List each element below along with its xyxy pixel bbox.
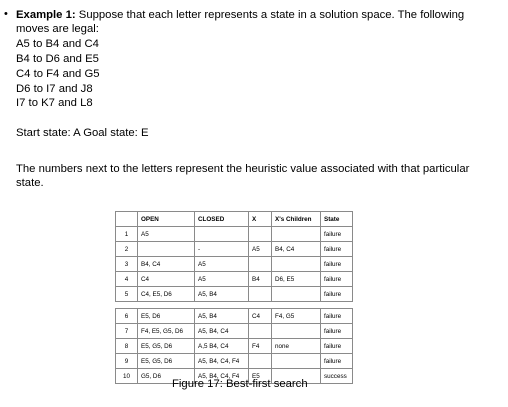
bullet-marker: • [4, 8, 8, 20]
move-2: B4 to D6 and E5 [16, 53, 99, 65]
cell-closed: - [194, 241, 249, 257]
cell-children [271, 286, 321, 302]
cell-children: D6, E5 [271, 271, 321, 287]
cell-open [137, 241, 195, 257]
header-closed: CLOSED [194, 211, 249, 227]
cell-children: F4, G5 [271, 308, 321, 324]
cell-state: failure [320, 226, 353, 242]
cell-closed: A5, B4 [194, 308, 249, 324]
table-row: 8 E5, G5, D6 A,5 B4, C4 F4 none failure [115, 338, 353, 354]
cell-closed: A5 [194, 271, 249, 287]
start-goal-text: Start state: A Goal state: E [16, 127, 149, 139]
intro-line-1: Example 1: Suppose that each letter repr… [16, 8, 464, 22]
cell-open: B4, C4 [137, 256, 195, 272]
spacer-cell [115, 301, 138, 309]
cell-state: failure [320, 338, 353, 354]
table-row: 1 A5 failure [115, 226, 353, 242]
table-row: 3 B4, C4 A5 failure [115, 256, 353, 272]
cell-x [248, 256, 272, 272]
cell-x [248, 353, 272, 369]
cell-open: C4 [137, 271, 195, 287]
cell-x: B4 [248, 271, 272, 287]
cell-x [248, 286, 272, 302]
table-row: 9 E5, G5, D6 A5, B4, C4, F4 failure [115, 353, 353, 369]
spacer-cell [271, 301, 321, 309]
cell-children [271, 226, 321, 242]
cell-children [271, 256, 321, 272]
cell-closed: A5, B4, C4, F4 [194, 353, 249, 369]
table-row: 4 C4 A5 B4 D6, E5 failure [115, 271, 353, 287]
cell-step: 2 [115, 241, 138, 257]
header-state: State [320, 211, 353, 227]
cell-open: E5, G5, D6 [137, 353, 195, 369]
table-row: 2 - A5 B4, C4 failure [115, 241, 353, 257]
cell-open: A5 [137, 226, 195, 242]
cell-state: failure [320, 286, 353, 302]
cell-children [271, 323, 321, 339]
spacer-cell [320, 301, 353, 309]
cell-children [271, 353, 321, 369]
cell-closed: A,5 B4, C4 [194, 338, 249, 354]
cell-x: C4 [248, 308, 272, 324]
table-row: 5 C4, E5, D6 A5, B4 failure [115, 286, 353, 302]
cell-closed: A5, B4, C4 [194, 323, 249, 339]
spacer-cell [248, 301, 272, 309]
cell-open: C4, E5, D6 [137, 286, 195, 302]
cell-step: 6 [115, 308, 138, 324]
figure-caption: Figure 17: Best-first search [172, 378, 308, 390]
move-3: C4 to F4 and G5 [16, 68, 100, 80]
heuristic-line-1: The numbers next to the letters represen… [16, 163, 470, 175]
cell-step: 1 [115, 226, 138, 242]
cell-state: success [320, 368, 353, 384]
table-row: 7 F4, E5, G5, D6 A5, B4, C4 failure [115, 323, 353, 339]
cell-x [248, 226, 272, 242]
spacer-cell [137, 301, 195, 309]
header-open: OPEN [137, 211, 195, 227]
cell-x [248, 323, 272, 339]
cell-state: failure [320, 241, 353, 257]
best-first-search-table: OPEN CLOSED X X's Children State 1 A5 fa… [115, 211, 353, 384]
table-header-row: OPEN CLOSED X X's Children State [115, 211, 353, 227]
cell-open: E5, G5, D6 [137, 338, 195, 354]
header-step [115, 211, 138, 227]
move-5: I7 to K7 and L8 [16, 97, 93, 109]
cell-x: F4 [248, 338, 272, 354]
cell-step: 8 [115, 338, 138, 354]
move-1: A5 to B4 and C4 [16, 38, 99, 50]
cell-closed: A5, B4 [194, 286, 249, 302]
cell-step: 10 [115, 368, 138, 384]
cell-state: failure [320, 271, 353, 287]
heuristic-line-2: state. [16, 177, 44, 189]
cell-step: 3 [115, 256, 138, 272]
cell-step: 4 [115, 271, 138, 287]
cell-step: 5 [115, 286, 138, 302]
cell-closed: A5 [194, 256, 249, 272]
cell-children: none [271, 338, 321, 354]
table-spacer-row [115, 301, 353, 309]
cell-children: B4, C4 [271, 241, 321, 257]
cell-state: failure [320, 256, 353, 272]
header-children: X's Children [271, 211, 321, 227]
cell-step: 7 [115, 323, 138, 339]
cell-state: failure [320, 308, 353, 324]
cell-state: failure [320, 323, 353, 339]
cell-open: F4, E5, G5, D6 [137, 323, 195, 339]
cell-closed [194, 226, 249, 242]
move-4: D6 to I7 and J8 [16, 83, 93, 95]
example-heading: Example 1: [16, 9, 76, 21]
cell-step: 9 [115, 353, 138, 369]
spacer-cell [194, 301, 249, 309]
table-row: 6 E5, D6 A5, B4 C4 F4, G5 failure [115, 308, 353, 324]
intro-text-1: Suppose that each letter represents a st… [78, 9, 465, 21]
cell-state: failure [320, 353, 353, 369]
cell-open: E5, D6 [137, 308, 195, 324]
intro-line-2: moves are legal: [16, 23, 99, 35]
header-x: X [248, 211, 272, 227]
cell-x: A5 [248, 241, 272, 257]
